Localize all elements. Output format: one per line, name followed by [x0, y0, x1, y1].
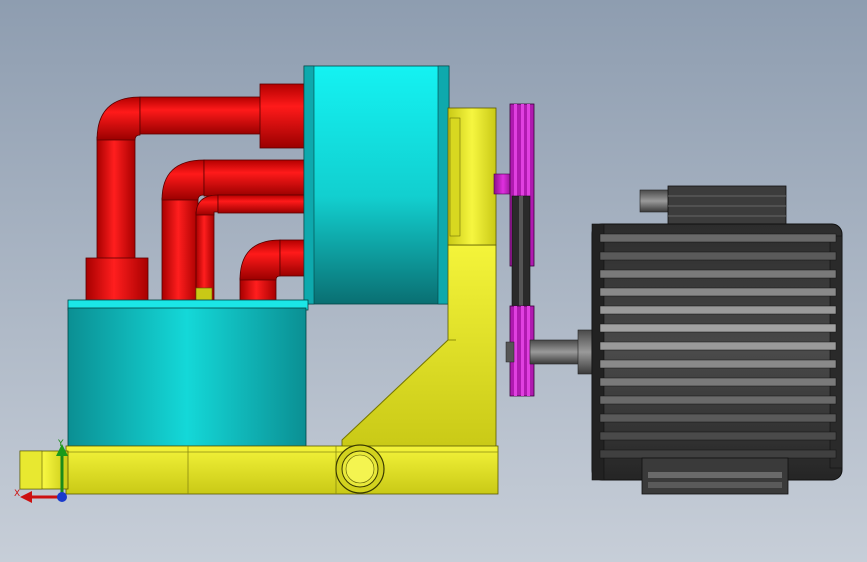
pulley-assembly[interactable]: [493, 103, 535, 397]
cad-model[interactable]: X Y: [0, 0, 867, 562]
pipe-2-inner-horizontal[interactable]: [217, 194, 309, 214]
pipe-2-elbow[interactable]: [161, 159, 205, 201]
pipe-3-elbow[interactable]: [239, 239, 281, 281]
upper-shaft[interactable]: [493, 173, 513, 195]
graphics-viewport[interactable]: X Y: [0, 0, 867, 562]
pipe-1-flange-bottom[interactable]: [85, 257, 149, 304]
pipe-1-horizontal[interactable]: [139, 96, 263, 135]
motor-body[interactable]: [591, 223, 843, 481]
pipe-2-inner-elbow[interactable]: [195, 194, 219, 216]
pipe-1-elbow[interactable]: [96, 96, 141, 141]
pipes[interactable]: [85, 83, 309, 304]
pipe-1-flange-top[interactable]: [259, 83, 307, 149]
pipe-3-vertical[interactable]: [239, 277, 277, 303]
lower-tank[interactable]: [67, 299, 309, 447]
triad-x-label: X: [14, 489, 20, 499]
pipe-2-horizontal[interactable]: [203, 159, 309, 197]
motor-rear-stub[interactable]: [639, 189, 671, 213]
base-beam[interactable]: [65, 445, 499, 495]
electric-motor[interactable]: [529, 185, 843, 495]
pipe-2-vertical[interactable]: [161, 197, 199, 303]
triad-y-label: Y: [57, 439, 64, 449]
pipe-1-vertical[interactable]: [96, 136, 136, 263]
upper-tank[interactable]: [303, 65, 450, 305]
